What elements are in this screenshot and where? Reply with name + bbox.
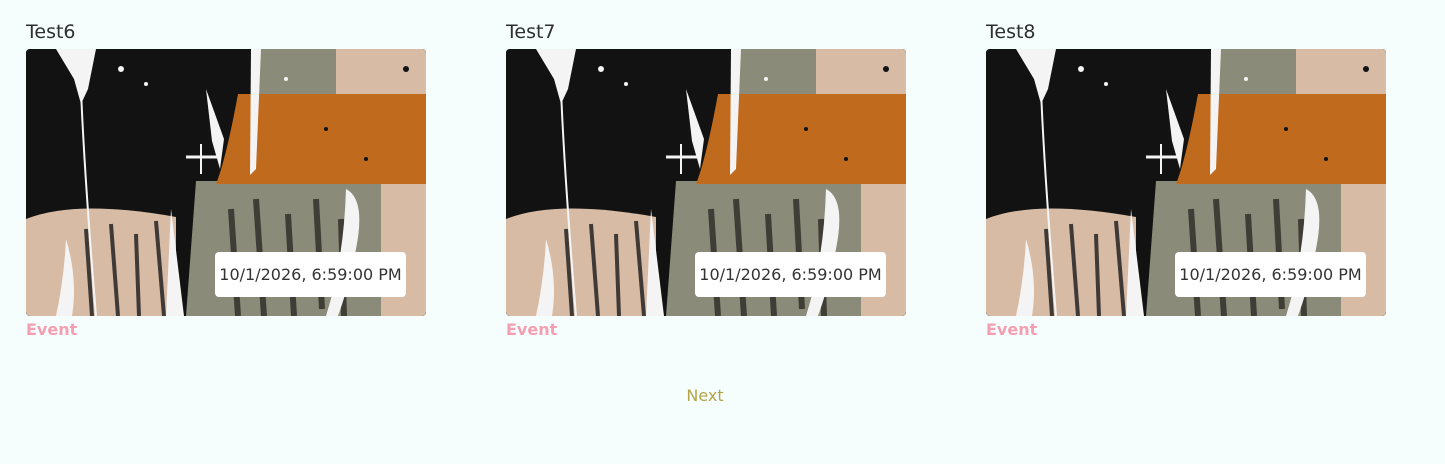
event-card[interactable]: Test8 10/1/2026, 6:59:00 PM Event — [986, 18, 1386, 339]
event-image[interactable]: 10/1/2026, 6:59:00 PM — [986, 49, 1386, 316]
event-category-tag: Event — [26, 320, 78, 339]
next-page-link[interactable]: Next — [0, 386, 1410, 405]
event-image[interactable]: 10/1/2026, 6:59:00 PM — [506, 49, 906, 316]
event-image[interactable]: 10/1/2026, 6:59:00 PM — [26, 49, 426, 316]
event-date-badge: 10/1/2026, 6:59:00 PM — [1175, 252, 1366, 297]
event-card-list: Test6 10/1/2026, 6:59:00 PM Event Test7 … — [26, 18, 1386, 339]
event-category-tag: Event — [506, 320, 558, 339]
event-title: Test8 — [986, 21, 1036, 43]
event-title: Test7 — [506, 21, 556, 43]
event-category-tag: Event — [986, 320, 1038, 339]
event-card[interactable]: Test7 10/1/2026, 6:59:00 PM Event — [506, 18, 906, 339]
event-date-badge: 10/1/2026, 6:59:00 PM — [695, 252, 886, 297]
event-card[interactable]: Test6 10/1/2026, 6:59:00 PM Event — [26, 18, 426, 339]
event-title: Test6 — [26, 21, 76, 43]
event-date-badge: 10/1/2026, 6:59:00 PM — [215, 252, 406, 297]
